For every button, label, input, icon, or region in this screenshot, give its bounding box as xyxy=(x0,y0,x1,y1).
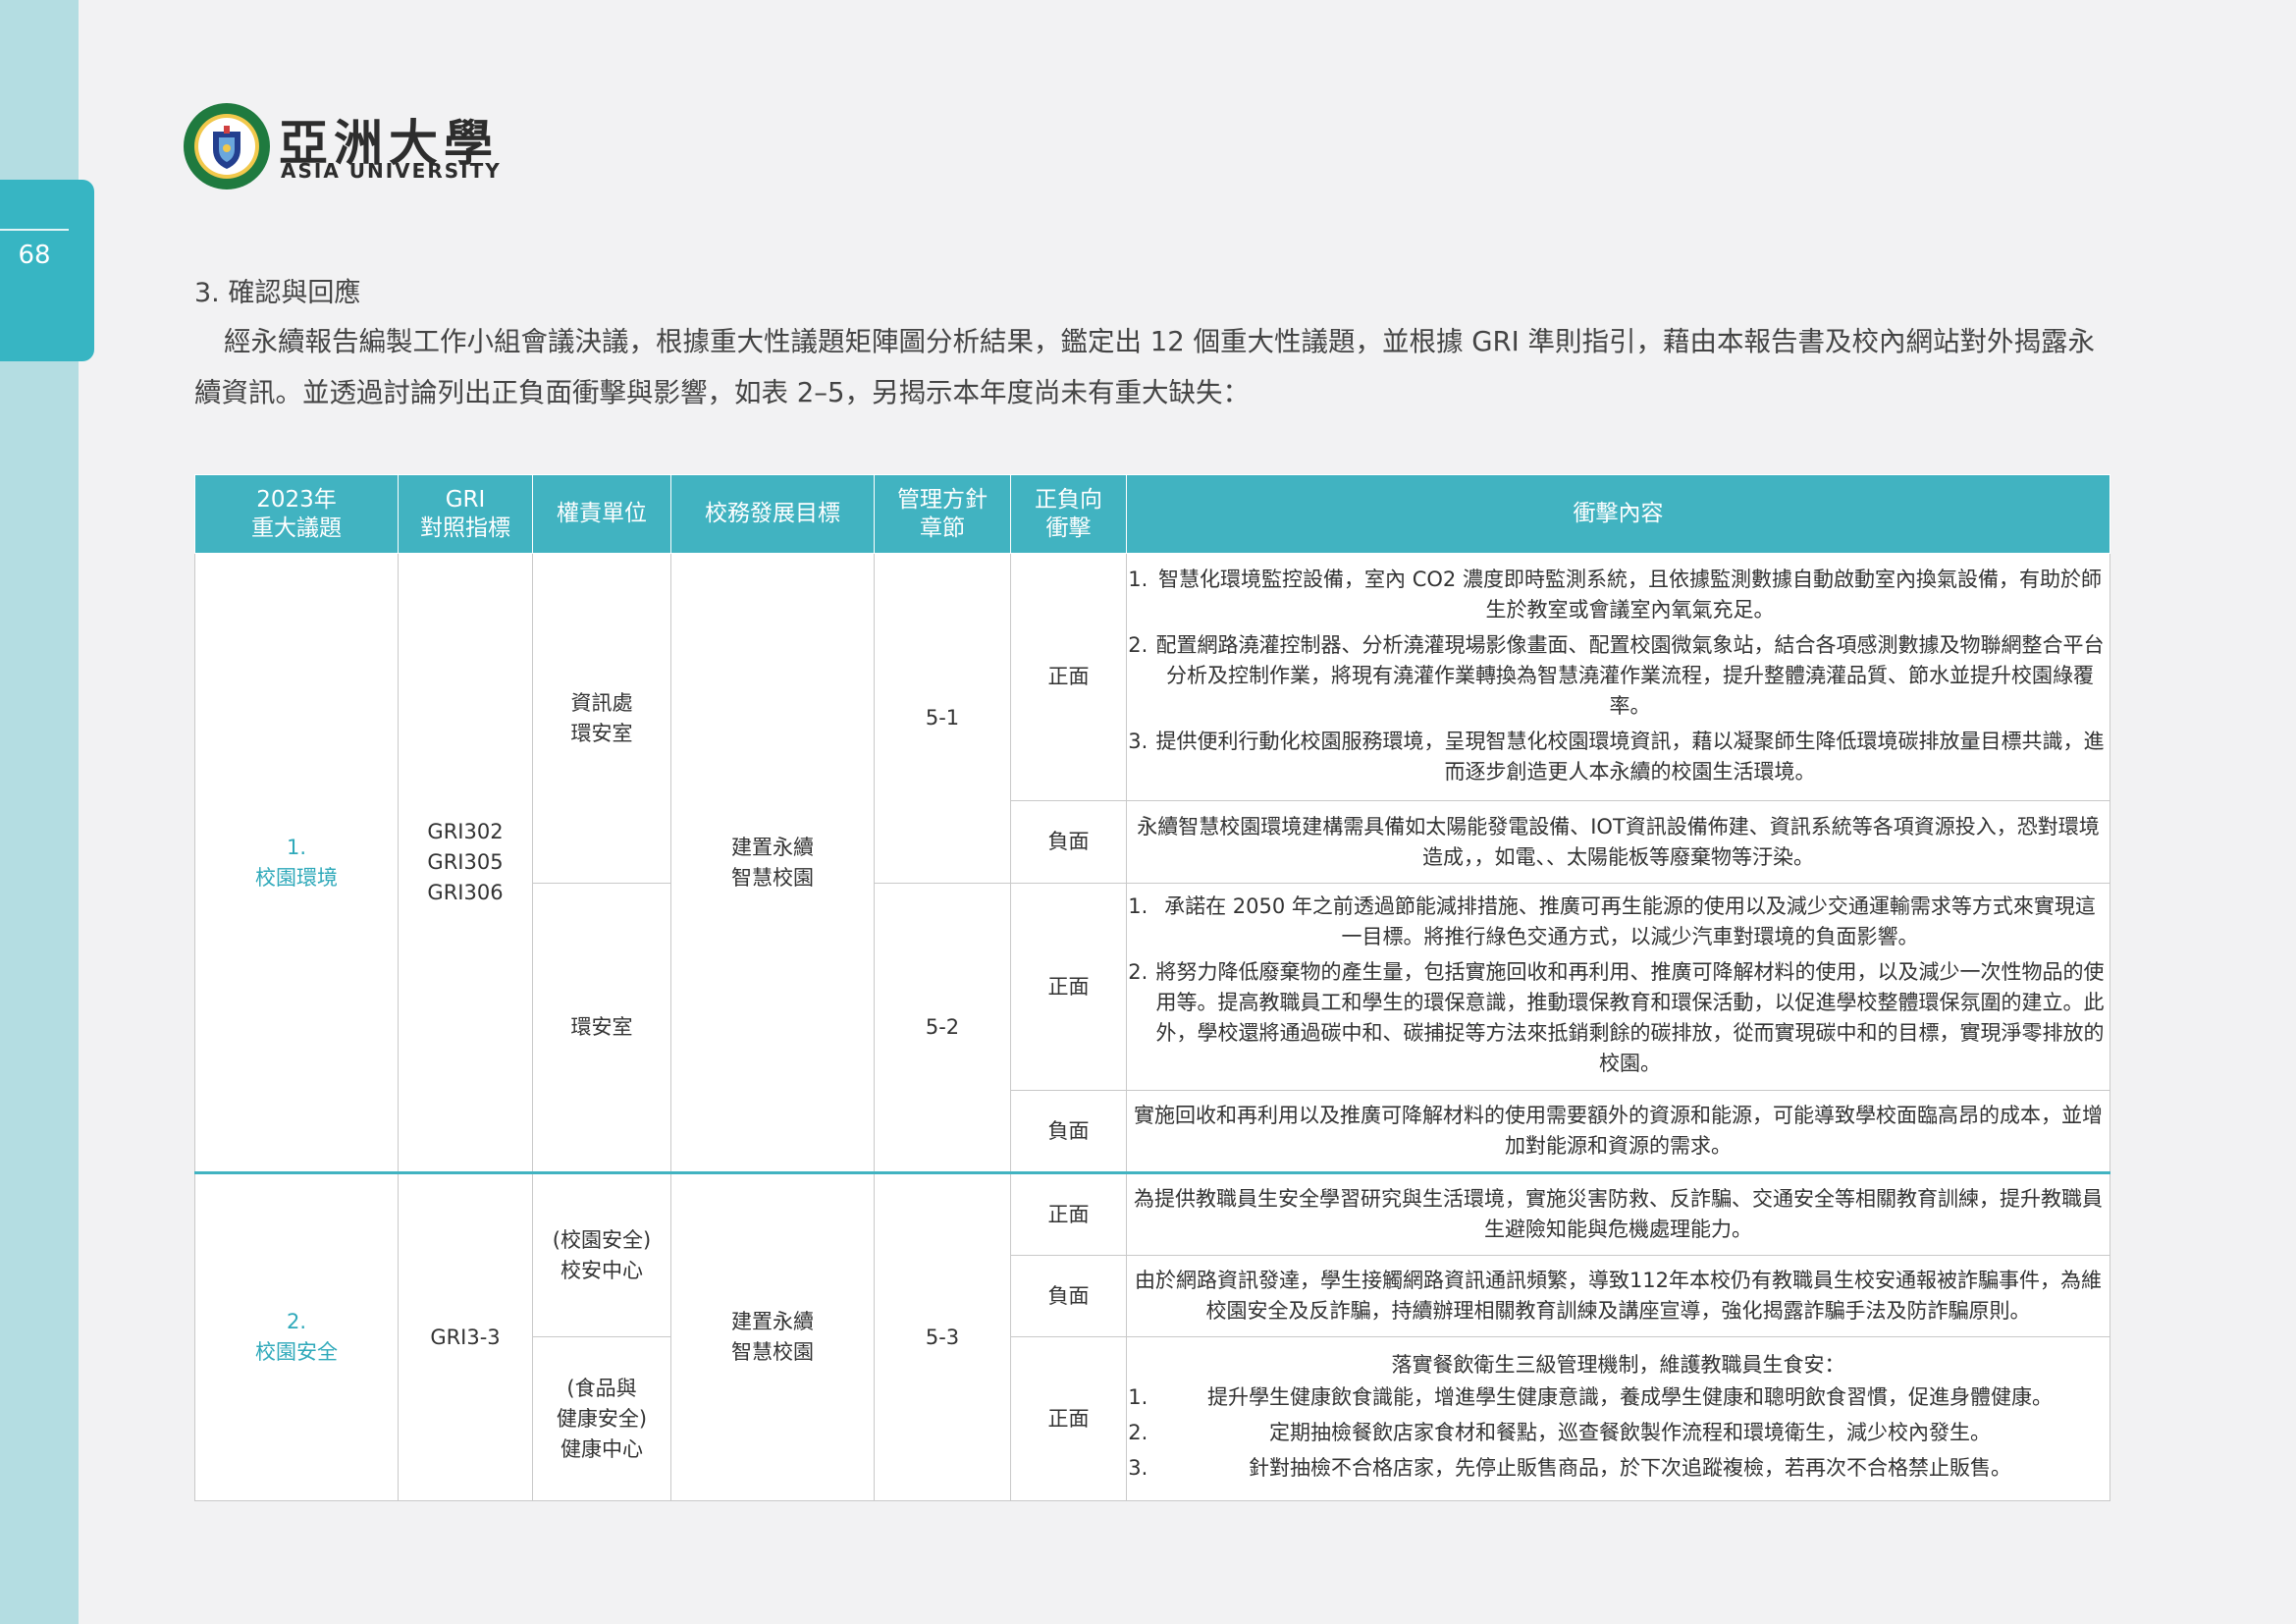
unit-cell: 資訊處 環安室 xyxy=(532,553,671,884)
impact-content-positive: 智慧化環境監控設備，室內 CO2 濃度即時監測系統，且依據監測數據自動啟動室內換… xyxy=(1126,553,2110,801)
impact-type-positive: 正面 xyxy=(1010,883,1127,1091)
table-header-row: 2023年 重大議題 GRI 對照指標 權責單位 校務發展目標 管理方針 章節 正負向… xyxy=(194,474,2110,554)
goal-cell-2: 建置永續 智慧校園 xyxy=(670,1171,875,1501)
impact-type-negative: 負面 xyxy=(1010,800,1127,884)
chapter-cell: 5-3 xyxy=(874,1171,1011,1501)
header-impact-type: 正負向 衝擊 xyxy=(1010,474,1127,554)
gri-cell-2: GRI3-3 xyxy=(398,1171,533,1501)
impact-item: 提升學生健康飲食識能，增進學生健康意識，養成學生健康和聰明飲食習慣，促進身體健康… xyxy=(1154,1382,2106,1413)
university-seal-icon xyxy=(184,103,270,189)
impact-item: 提供便利行動化校園服務環境，呈現智慧化校園環境資訊，藉以凝聚師生降低環境碳排放量… xyxy=(1154,727,2106,787)
page-number: 68 xyxy=(18,241,51,270)
impact-item: 智慧化環境監控設備，室內 CO2 濃度即時監測系統，且依據監測數據自動啟動室內換… xyxy=(1154,565,2106,625)
header-goal: 校務發展目標 xyxy=(670,474,875,554)
impact-item: 針對抽檢不合格店家，先停止販售商品，於下次追蹤複檢，若再次不合格禁止販售。 xyxy=(1154,1453,2106,1484)
header-chapter: 管理方針 章節 xyxy=(874,474,1011,554)
chapter-cell: 5-2 xyxy=(874,883,1011,1173)
page-number-tab: 68 xyxy=(0,180,94,361)
impact-item: 承諾在 2050 年之前透過節能減排措施、推廣可再生能源的使用以及減少交通運輸需… xyxy=(1154,892,2106,952)
gri-cell-1: GRI302 GRI305 GRI306 xyxy=(398,553,533,1173)
unit-cell: (校園安全) 校安中心 xyxy=(532,1171,671,1337)
impact-type-negative: 負面 xyxy=(1010,1255,1127,1337)
table-row: 1. 校園環境 GRI302 GRI305 GRI306 資訊處 環安室 建置永… xyxy=(194,553,2110,1173)
chapter-cell: 5-1 xyxy=(874,553,1011,884)
topic-name: 校園安全 xyxy=(255,1340,338,1364)
topic-number: 1. xyxy=(286,835,307,859)
impact-type-positive: 正面 xyxy=(1010,1336,1127,1501)
header-unit: 權責單位 xyxy=(532,474,671,554)
impact-content-positive: 為提供教職員生安全學習研究與生活環境，實施災害防救、反詐騙、交通安全等相關教育訓… xyxy=(1126,1171,2110,1256)
university-name-en: ASIA UNIVERSITY xyxy=(281,159,502,183)
impact-type-positive: 正面 xyxy=(1010,1171,1127,1256)
topic-cell-2: 2. 校園安全 xyxy=(194,1171,399,1501)
impact-type-negative: 負面 xyxy=(1010,1090,1127,1173)
unit-cell: (食品與 健康安全) 健康中心 xyxy=(532,1336,671,1501)
topic-number: 2. xyxy=(286,1310,307,1333)
impact-item: 定期抽檢餐飲店家食材和餐點，巡查餐飲製作流程和環境衛生，減少校內發生。 xyxy=(1154,1418,2106,1448)
unit-cell: 環安室 xyxy=(532,883,671,1173)
page-tab-rule xyxy=(0,229,69,231)
impact-content-positive: 承諾在 2050 年之前透過節能減排措施、推廣可再生能源的使用以及減少交通運輸需… xyxy=(1126,883,2110,1091)
impact-type-positive: 正面 xyxy=(1010,553,1127,801)
header-gri: GRI 對照指標 xyxy=(398,474,533,554)
header-topic: 2023年 重大議題 xyxy=(194,474,399,554)
impact-item: 配置網路澆灌控制器、分析澆灌現場影像畫面、配置校園微氣象站，結合各項感測數據及物… xyxy=(1154,630,2106,722)
section-paragraph: 經永續報告編製工作小組會議決議，根據重大性議題矩陣圖分析結果，鑑定出 12 個重… xyxy=(194,326,2095,408)
goal-cell-1: 建置永續 智慧校園 xyxy=(670,553,875,1173)
topic-cell-1: 1. 校園環境 xyxy=(194,553,399,1173)
impact-item: 將努力降低廢棄物的產生量，包括實施回收和再利用、推廣可降解材料的使用，以及減少一… xyxy=(1154,957,2106,1079)
impact-content-positive: 落實餐飲衛生三級管理機制，維護教職員生食安： 提升學生健康飲食識能，增進學生健康… xyxy=(1126,1336,2110,1501)
topic-name: 校園環境 xyxy=(255,865,338,890)
header-impact-content: 衝擊內容 xyxy=(1126,474,2110,554)
material-topics-table: 2023年 重大議題 GRI 對照指標 權責單位 校務發展目標 管理方針 章節 正負向… xyxy=(194,474,2110,1501)
impact-content-negative: 實施回收和再利用以及推廣可降解材料的使用需要額外的資源和能源，可能導致學校面臨高… xyxy=(1126,1090,2110,1173)
section-heading: 3. 確認與回應 xyxy=(194,278,361,308)
table-row: 2. 校園安全 GRI3-3 (校園安全) 校安中心 建置永續 智慧校園 5-3… xyxy=(194,1171,2110,1501)
impact-content-negative: 由於網路資訊發達，學生接觸網路資訊通訊頻繁，導致112年本校仍有教職員生校安通報… xyxy=(1126,1255,2110,1337)
impact-content-negative: 永續智慧校園環境建構需具備如太陽能發電設備、IOT資訊設備佈建、資訊系統等各項資… xyxy=(1126,800,2110,884)
impact-intro: 落實餐飲衛生三級管理機制，維護教職員生食安： xyxy=(1391,1352,1845,1377)
